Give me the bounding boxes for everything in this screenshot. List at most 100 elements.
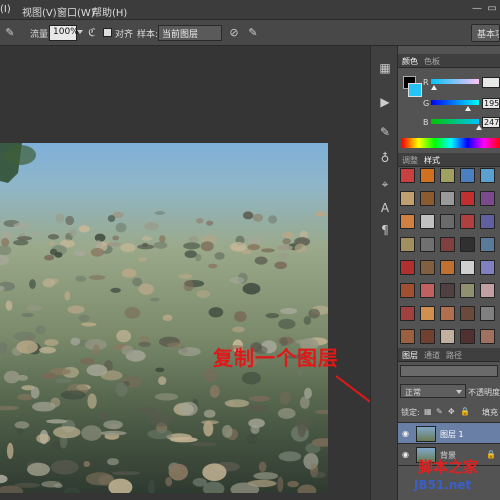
style-swatch[interactable] [440, 306, 455, 321]
character-icon[interactable]: A [377, 200, 393, 216]
style-swatch[interactable] [460, 214, 475, 229]
menu-window[interactable]: 窗口(W) [57, 4, 95, 19]
style-swatch[interactable] [480, 191, 495, 206]
style-swatch[interactable] [440, 191, 455, 206]
style-swatch[interactable] [480, 329, 495, 344]
style-swatch[interactable] [440, 168, 455, 183]
style-swatch[interactable] [460, 306, 475, 321]
style-swatch[interactable] [440, 214, 455, 229]
layer-row-selected[interactable]: ◉ 图层 1 [398, 422, 500, 444]
style-swatch[interactable] [460, 329, 475, 344]
tab-swatches[interactable]: 色板 [424, 56, 440, 67]
lock-all-icon[interactable]: 🔒 [460, 407, 470, 416]
panels-dock: 颜色 色板 R G 195 B 247 调整 样式 图层 通道 路径 正常 不透… [398, 46, 500, 500]
lake-photo[interactable] [0, 143, 328, 493]
airbrush-icon[interactable]: ℭ [84, 25, 100, 41]
blend-mode-select[interactable]: 正常 [400, 384, 466, 398]
layers-panel-tabs: 图层 通道 路径 [398, 348, 500, 362]
tab-paths[interactable]: 路径 [446, 350, 462, 361]
sample-select[interactable]: 当前图层 [158, 25, 222, 41]
align-checkbox[interactable] [103, 28, 112, 37]
color-spectrum-bar[interactable] [402, 138, 500, 148]
style-swatch[interactable] [480, 260, 495, 275]
tab-adjustments[interactable]: 调整 [402, 155, 418, 166]
menu-bar: (I) 视图(V) 窗口(W) 帮助(H) — ▭ [0, 0, 500, 20]
tab-color[interactable]: 颜色 [402, 56, 418, 67]
style-swatch[interactable] [460, 283, 475, 298]
foreground-color-swatch[interactable] [408, 83, 422, 97]
layer-name: 图层 1 [440, 430, 464, 439]
tab-styles[interactable]: 样式 [424, 155, 440, 166]
style-swatch[interactable] [480, 168, 495, 183]
brush-icon[interactable]: ✎ [377, 124, 393, 140]
style-swatch[interactable] [400, 214, 415, 229]
r-slider[interactable] [431, 79, 479, 84]
r-slider-thumb[interactable] [431, 85, 437, 90]
style-swatch[interactable] [400, 168, 415, 183]
panel-icon-strip: ▦ ▶ ✎ ♁ ⌖ A ¶ [370, 46, 398, 500]
lock-pixels-icon[interactable]: ✎ [436, 407, 443, 416]
menu-view[interactable]: 视图(V) [22, 4, 57, 19]
pressure-icon[interactable]: ✎ [245, 25, 261, 41]
style-swatch[interactable] [400, 329, 415, 344]
style-swatch[interactable] [420, 168, 435, 183]
style-swatch[interactable] [480, 214, 495, 229]
style-swatch[interactable] [420, 191, 435, 206]
paragraph-icon[interactable]: ¶ [377, 222, 393, 238]
style-swatch[interactable] [480, 237, 495, 252]
style-swatch[interactable] [400, 191, 415, 206]
visibility-eye-icon[interactable]: ◉ [402, 429, 409, 438]
clone-source-icon[interactable]: ♁ [377, 150, 393, 166]
menu-image[interactable]: (I) [0, 4, 11, 15]
r-label: R [423, 78, 429, 87]
style-swatch[interactable] [400, 237, 415, 252]
style-swatch[interactable] [440, 260, 455, 275]
ignore-adjustment-icon[interactable]: ⊘ [226, 25, 242, 41]
tool-presets-icon[interactable]: ⌖ [377, 176, 393, 192]
style-swatch[interactable] [440, 237, 455, 252]
g-label: G [423, 99, 430, 108]
style-swatch[interactable] [400, 260, 415, 275]
style-swatch[interactable] [440, 283, 455, 298]
style-swatch[interactable] [480, 283, 495, 298]
style-swatch[interactable] [400, 306, 415, 321]
style-swatch[interactable] [440, 329, 455, 344]
style-swatch[interactable] [420, 306, 435, 321]
restore-icon[interactable]: ▭ [486, 3, 498, 15]
style-swatch[interactable] [460, 191, 475, 206]
flow-dropdown-icon[interactable] [77, 30, 83, 34]
workspace-button[interactable]: 基本功能 [471, 24, 500, 42]
history-icon[interactable]: ▦ [377, 60, 393, 76]
b-slider[interactable] [431, 119, 479, 124]
style-swatch[interactable] [460, 168, 475, 183]
b-value[interactable]: 247 [482, 117, 500, 128]
layer-kind-filter[interactable] [400, 365, 498, 377]
g-slider-thumb[interactable] [465, 106, 471, 111]
style-swatch[interactable] [420, 329, 435, 344]
style-swatch[interactable] [480, 306, 495, 321]
style-swatch[interactable] [400, 283, 415, 298]
style-swatch[interactable] [420, 237, 435, 252]
brush-preset-icon[interactable]: ✎ [2, 25, 18, 41]
style-swatch[interactable] [420, 283, 435, 298]
watermark-line1: 脚本之家 [418, 458, 479, 476]
style-swatch[interactable] [460, 237, 475, 252]
tab-layers[interactable]: 图层 [402, 350, 418, 361]
lock-position-icon[interactable]: ✥ [448, 407, 455, 416]
style-swatch[interactable] [420, 260, 435, 275]
r-value[interactable] [482, 77, 500, 88]
tab-channels[interactable]: 通道 [424, 350, 440, 361]
flow-input[interactable]: 100% [49, 25, 79, 41]
fill-label: 填充 [482, 408, 498, 417]
actions-icon[interactable]: ▶ [377, 94, 393, 110]
g-slider[interactable] [431, 100, 479, 105]
style-swatch[interactable] [420, 214, 435, 229]
minimize-icon[interactable]: — [470, 3, 484, 15]
g-value[interactable]: 195 [482, 98, 500, 109]
lock-transparent-icon[interactable]: ▦ [424, 407, 432, 416]
style-swatch[interactable] [460, 260, 475, 275]
canvas-area[interactable] [0, 46, 370, 500]
sample-label: 样本: [137, 30, 159, 40]
visibility-eye-icon[interactable]: ◉ [402, 450, 409, 459]
menu-help[interactable]: 帮助(H) [92, 4, 127, 19]
